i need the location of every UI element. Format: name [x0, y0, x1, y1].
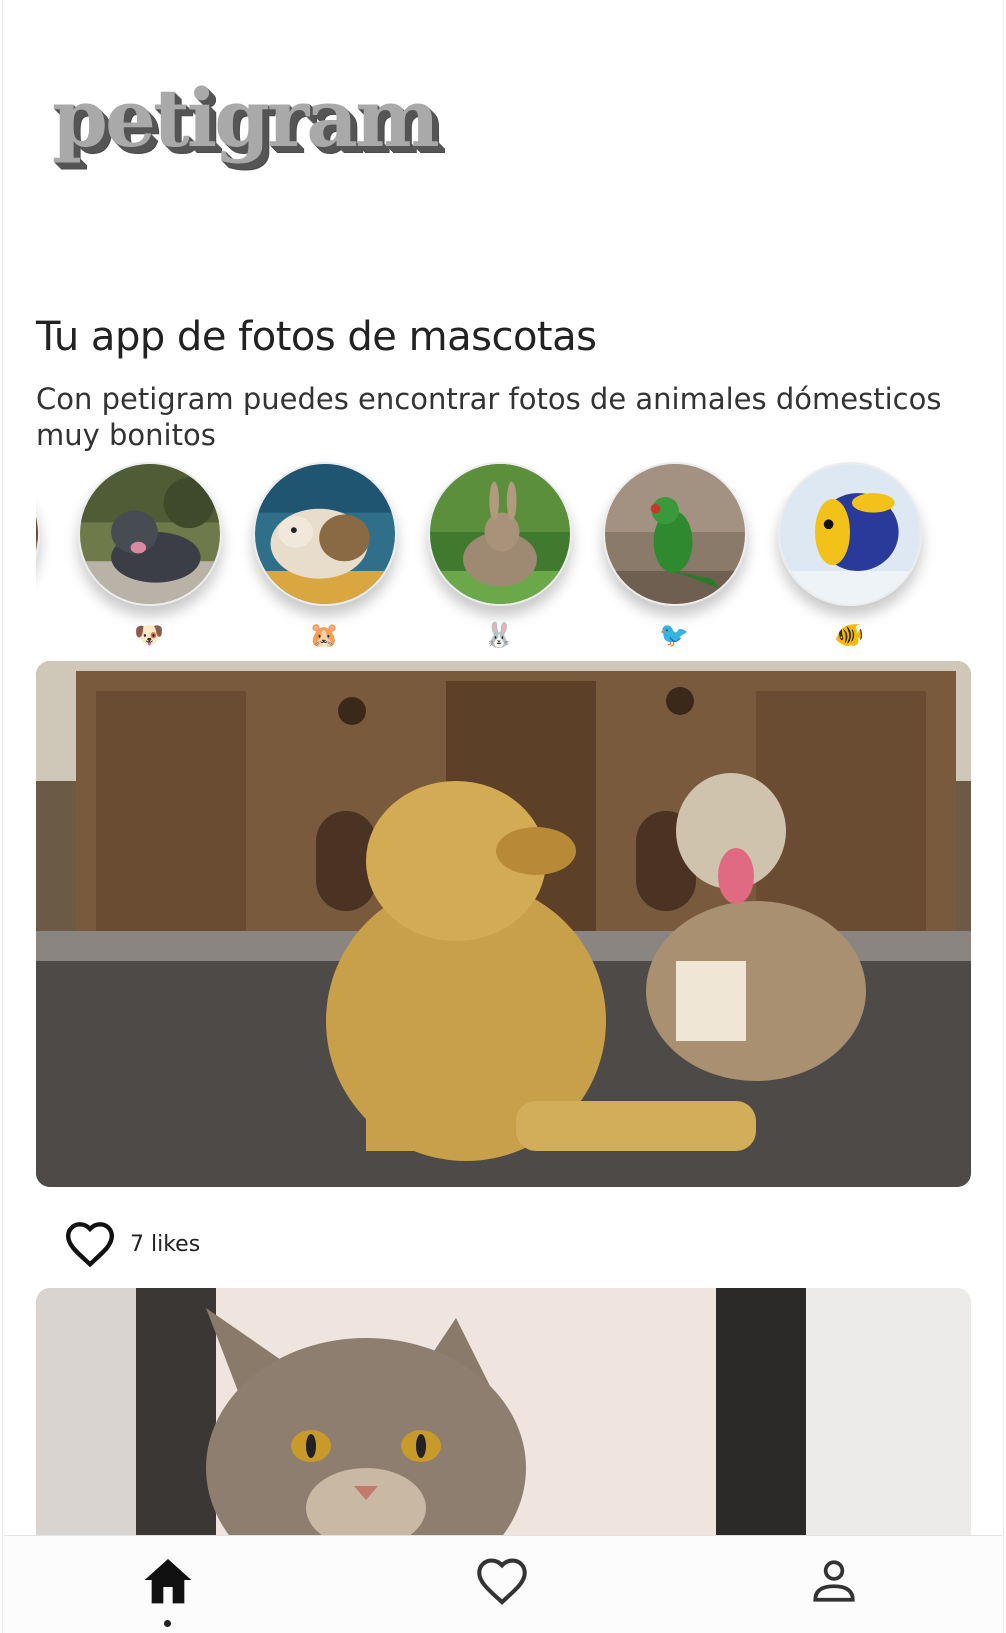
nav-home[interactable]	[128, 1556, 208, 1627]
category-emoji-hamster: 🐹	[309, 621, 339, 649]
category-image-fish	[778, 462, 922, 606]
home-icon	[144, 1559, 192, 1604]
category-item-bird[interactable]: 🐦	[599, 462, 749, 652]
photo-card-cat[interactable]	[36, 1288, 971, 1535]
page-subtitle: Con petigram puedes encontrar fotos de a…	[36, 382, 942, 452]
photo-dogs	[36, 661, 971, 1187]
category-image-hamster	[253, 462, 397, 606]
category-emoji-dog: 🐶	[134, 621, 164, 649]
category-image-dog	[78, 462, 222, 606]
app-frame: petigram Tu app de fotos de mascotas Con…	[0, 0, 1006, 1633]
category-item-fish[interactable]: 🐠	[774, 462, 924, 652]
category-list: 🐶 🐹 🐰 🐦 🐠	[36, 458, 972, 658]
category-item-dog[interactable]: 🐶	[74, 462, 224, 652]
category-emoji-rabbit: 🐰	[484, 621, 514, 649]
category-image	[36, 462, 40, 606]
category-image-bird	[603, 462, 747, 606]
page-title: Tu app de fotos de mascotas	[36, 314, 597, 360]
like-row: 7 likes	[62, 1218, 200, 1270]
category-image-rabbit	[428, 462, 572, 606]
heart-icon	[65, 1222, 115, 1268]
photo-cat	[36, 1288, 971, 1535]
bottom-nav	[4, 1535, 1002, 1633]
nav-user[interactable]	[794, 1556, 874, 1626]
category-emoji-fish: 🐠	[834, 621, 864, 649]
category-item-hamster[interactable]: 🐹	[249, 462, 399, 652]
user-icon	[813, 1560, 855, 1602]
category-item-rabbit[interactable]: 🐰	[424, 462, 574, 652]
petigram-logo[interactable]: petigram	[52, 78, 440, 158]
like-button[interactable]	[62, 1218, 118, 1270]
category-emoji-bird: 🐦	[659, 621, 689, 649]
nav-active-dot	[164, 1620, 171, 1627]
category-item-partial[interactable]	[36, 462, 42, 652]
photo-card-dogs[interactable]	[36, 661, 971, 1187]
nav-favorites[interactable]	[462, 1556, 542, 1626]
heart-icon	[477, 1558, 527, 1605]
likes-count: 7 likes	[130, 1231, 201, 1257]
